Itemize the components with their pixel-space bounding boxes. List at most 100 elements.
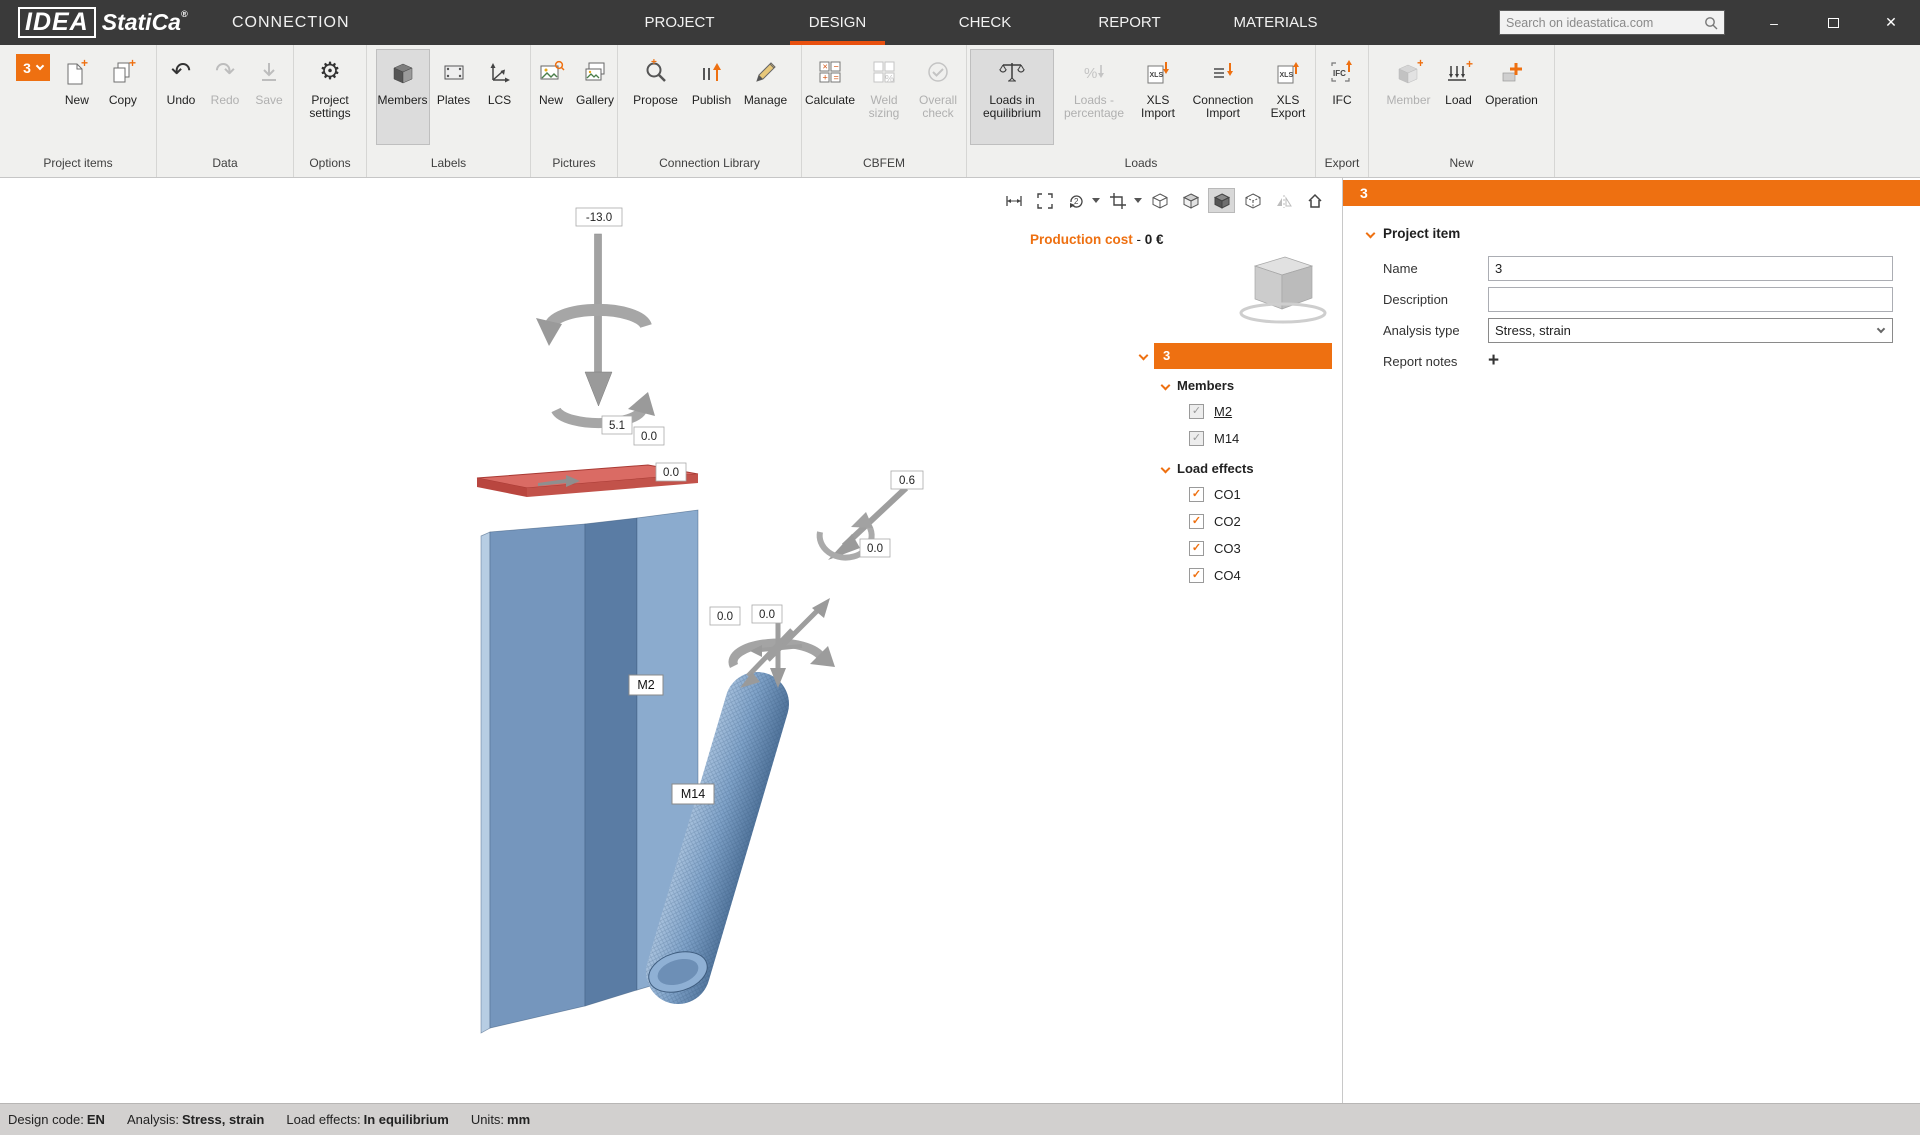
redo-icon: ↷ bbox=[215, 53, 235, 91]
checkbox-m14[interactable]: ✓ bbox=[1189, 431, 1204, 446]
tree-item-co4[interactable]: CO4 bbox=[1214, 568, 1241, 583]
svg-text:+: + bbox=[1466, 59, 1473, 71]
propose-button[interactable]: + Propose bbox=[628, 49, 684, 145]
render-transparent-icon[interactable] bbox=[1239, 188, 1266, 213]
copy-project-item-button[interactable]: + Copy bbox=[101, 49, 145, 145]
collapse-icon[interactable] bbox=[1139, 351, 1149, 361]
tab-materials[interactable]: MATERIALS bbox=[1218, 0, 1333, 45]
tree-item-m2[interactable]: M2 bbox=[1214, 404, 1232, 419]
labels-plates-toggle[interactable]: Plates bbox=[432, 49, 476, 145]
close-button[interactable]: ✕ bbox=[1862, 0, 1920, 45]
labels-members-toggle[interactable]: Members bbox=[376, 49, 430, 145]
nav-cube[interactable] bbox=[1241, 257, 1325, 322]
collapse-icon[interactable] bbox=[1366, 229, 1376, 239]
xls-export-button[interactable]: XLS XLS Export bbox=[1264, 49, 1312, 145]
tree-section-load-effects[interactable]: Load effects bbox=[1177, 461, 1254, 476]
tree-section-members[interactable]: Members bbox=[1177, 378, 1234, 393]
3d-scene[interactable]: -13.0 5.1 0.0 0.0 0.6 0.0 0.0 0.0 M2 bbox=[0, 178, 1343, 1103]
tab-design[interactable]: DESIGN bbox=[790, 0, 885, 45]
xls-import-button[interactable]: XLS XLS Import bbox=[1134, 49, 1182, 145]
search-input[interactable] bbox=[1506, 16, 1704, 30]
tree-item-co2[interactable]: CO2 bbox=[1214, 514, 1241, 529]
value-label-plate-b: 0.0 bbox=[641, 431, 657, 443]
copy-icon: + bbox=[110, 53, 136, 91]
render-hidden-lines-icon[interactable] bbox=[1177, 188, 1204, 213]
ifc-icon: IFC bbox=[1329, 53, 1355, 91]
tree-item-co1[interactable]: CO1 bbox=[1214, 487, 1241, 502]
collapse-icon[interactable] bbox=[1161, 463, 1171, 473]
value-label-plate-a: 5.1 bbox=[609, 420, 625, 432]
weld-sizing-button[interactable]: % Weld sizing bbox=[859, 49, 909, 145]
maximize-button[interactable] bbox=[1804, 0, 1862, 45]
cluster-load-arrows bbox=[733, 598, 835, 688]
ribbon-group-connection-library: + Propose Publish Manage Connection Libr… bbox=[618, 45, 802, 177]
svg-text:%: % bbox=[1084, 65, 1097, 82]
checkbox-co2[interactable]: ✓ bbox=[1189, 514, 1204, 529]
tab-project[interactable]: PROJECT bbox=[632, 0, 727, 45]
undo-button[interactable]: ↶ Undo bbox=[160, 49, 202, 145]
project-settings-button[interactable]: ⚙ Project settings bbox=[299, 49, 361, 145]
tree-item-co3[interactable]: CO3 bbox=[1214, 541, 1241, 556]
viewport-toolbar: 2 bbox=[1000, 188, 1328, 213]
new-project-item-button[interactable]: + New bbox=[55, 49, 99, 145]
gallery-icon bbox=[582, 53, 608, 91]
new-picture-button[interactable]: New bbox=[531, 49, 571, 145]
collapse-icon[interactable] bbox=[1161, 380, 1171, 390]
tree-root-project-item[interactable]: 3 bbox=[1154, 343, 1332, 369]
loads-in-equilibrium-toggle[interactable]: Loads in equilibrium bbox=[970, 49, 1054, 145]
status-bar: Design code:EN Analysis:Stress, strain L… bbox=[0, 1103, 1920, 1135]
description-label: Description bbox=[1383, 292, 1488, 307]
tree-item-m14[interactable]: M14 bbox=[1214, 431, 1239, 446]
add-report-note-button[interactable]: + bbox=[1488, 352, 1499, 370]
ribbon-group-data: ↶ Undo ↷ Redo Save Data bbox=[157, 45, 294, 177]
publish-button[interactable]: Publish bbox=[686, 49, 738, 145]
analysis-type-select[interactable]: Stress, strain bbox=[1488, 318, 1893, 343]
project-item-selector[interactable]: 3 bbox=[16, 54, 50, 81]
render-wireframe-icon[interactable] bbox=[1146, 188, 1173, 213]
new-member-button[interactable]: + Member bbox=[1383, 49, 1435, 145]
search-icon[interactable] bbox=[1704, 16, 1718, 30]
checkbox-m2[interactable]: ✓ bbox=[1189, 404, 1204, 419]
dimension-icon[interactable] bbox=[1000, 188, 1027, 213]
connection-import-button[interactable]: Connection Import bbox=[1184, 49, 1262, 145]
tab-report[interactable]: REPORT bbox=[1082, 0, 1177, 45]
minimize-button[interactable]: – bbox=[1745, 0, 1803, 45]
gallery-button[interactable]: Gallery bbox=[573, 49, 617, 145]
home-view-icon[interactable] bbox=[1301, 188, 1328, 213]
zoom-fit-icon[interactable] bbox=[1031, 188, 1058, 213]
save-button[interactable]: Save bbox=[248, 49, 290, 145]
check-icon: ✓ bbox=[1192, 406, 1201, 417]
new-operation-button[interactable]: Operation bbox=[1483, 49, 1541, 145]
labels-lcs-toggle[interactable]: LCS bbox=[478, 49, 522, 145]
percentage-icon: % bbox=[1081, 53, 1107, 91]
properties-panel: 3 Project item Name Description Analysis… bbox=[1343, 178, 1920, 1103]
member-label-m2: M2 bbox=[637, 678, 654, 692]
name-field[interactable] bbox=[1488, 256, 1893, 281]
chevron-down-icon[interactable] bbox=[1134, 198, 1142, 203]
ifc-export-button[interactable]: IFC IFC bbox=[1320, 49, 1364, 145]
connection-import-icon bbox=[1210, 53, 1236, 91]
checkbox-co1[interactable]: ✓ bbox=[1189, 487, 1204, 502]
rotate-view-icon[interactable]: 2 bbox=[1062, 188, 1089, 213]
manage-button[interactable]: Manage bbox=[740, 49, 792, 145]
redo-button[interactable]: ↷ Redo bbox=[204, 49, 246, 145]
new-load-button[interactable]: + Load bbox=[1437, 49, 1481, 145]
logo-idea: IDEA bbox=[18, 7, 96, 38]
render-solid-icon[interactable] bbox=[1208, 188, 1235, 213]
loads-percentage-toggle[interactable]: % Loads - percentage bbox=[1056, 49, 1132, 145]
description-field[interactable] bbox=[1488, 287, 1893, 312]
mirror-icon[interactable] bbox=[1270, 188, 1297, 213]
checkbox-co3[interactable]: ✓ bbox=[1189, 541, 1204, 556]
section-icon[interactable] bbox=[1104, 188, 1131, 213]
minimize-icon: – bbox=[1770, 15, 1778, 31]
overall-check-button[interactable]: Overall check bbox=[911, 49, 965, 145]
checkbox-co4[interactable]: ✓ bbox=[1189, 568, 1204, 583]
tab-check[interactable]: CHECK bbox=[940, 0, 1030, 45]
panel-header: 3 bbox=[1343, 180, 1920, 206]
save-icon bbox=[256, 53, 282, 91]
calculate-button[interactable]: ×−+= Calculate bbox=[803, 49, 857, 145]
chevron-down-icon[interactable] bbox=[1092, 198, 1100, 203]
search-box[interactable] bbox=[1499, 10, 1725, 35]
status-analysis: Analysis:Stress, strain bbox=[127, 1112, 264, 1127]
3d-viewport[interactable]: -13.0 5.1 0.0 0.0 0.6 0.0 0.0 0.0 M2 bbox=[0, 178, 1343, 1103]
